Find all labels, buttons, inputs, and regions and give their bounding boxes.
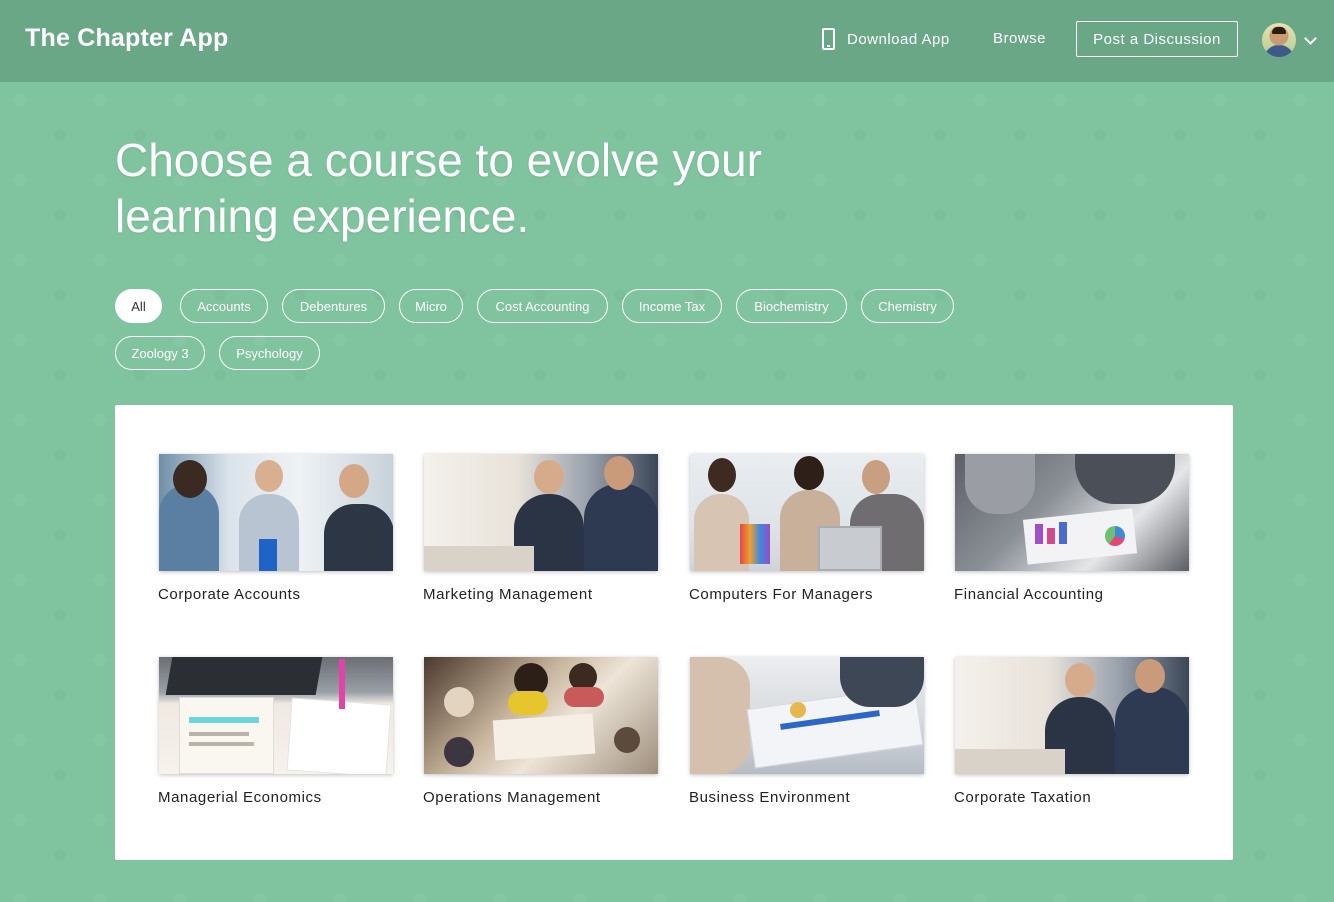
course-card-financial-accounting[interactable]: Financial Accounting <box>954 454 1195 603</box>
title-line-2: learning experience. <box>115 190 530 242</box>
course-card-corporate-accounts[interactable]: Corporate Accounts <box>158 454 399 603</box>
course-card-managerial-economics[interactable]: Managerial Economics <box>158 657 399 806</box>
course-card-business-environment[interactable]: Business Environment <box>689 657 930 806</box>
filter-chip-debentures[interactable]: Debentures <box>282 289 385 323</box>
course-title: Computers For Managers <box>689 586 874 603</box>
filter-chip-chemistry[interactable]: Chemistry <box>861 289 954 323</box>
title-line-1: Choose a course to evolve your <box>115 134 762 186</box>
filter-chip-cost-accounting[interactable]: Cost Accounting <box>477 289 608 323</box>
course-card-operations-management[interactable]: Operations Management <box>423 657 664 806</box>
course-thumbnail <box>424 454 658 571</box>
course-thumbnail <box>955 657 1189 774</box>
top-nav-bar: The Chapter App Download App Browse Post… <box>0 0 1334 82</box>
course-title: Corporate Accounts <box>158 586 301 603</box>
course-thumbnail <box>159 657 393 774</box>
download-app-label: Download App <box>847 30 950 48</box>
filter-chip-biochemistry[interactable]: Biochemistry <box>736 289 847 323</box>
course-title: Operations Management <box>423 789 601 806</box>
browse-link[interactable]: Browse <box>993 30 1046 47</box>
course-title: Corporate Taxation <box>954 789 1092 806</box>
course-title: Marketing Management <box>423 586 593 603</box>
post-discussion-button[interactable]: Post a Discussion <box>1076 21 1238 57</box>
filter-chip-zoology-3[interactable]: Zoology 3 <box>115 336 205 370</box>
course-grid: Corporate Accounts Marketing Management … <box>115 405 1233 860</box>
course-thumbnail <box>955 454 1189 571</box>
course-title: Business Environment <box>689 789 851 806</box>
course-thumbnail <box>424 657 658 774</box>
brand-logo[interactable]: The Chapter App <box>25 24 228 53</box>
course-card-computers-for-managers[interactable]: Computers For Managers <box>689 454 930 603</box>
filter-chip-psychology[interactable]: Psychology <box>219 336 320 370</box>
filter-chip-micro[interactable]: Micro <box>399 289 463 323</box>
course-thumbnail <box>690 657 924 774</box>
filter-chip-income-tax[interactable]: Income Tax <box>622 289 722 323</box>
course-card-marketing-management[interactable]: Marketing Management <box>423 454 664 603</box>
chevron-down-icon[interactable] <box>1304 32 1317 45</box>
page-title: Choose a course to evolve your learning … <box>115 132 875 244</box>
course-title: Managerial Economics <box>158 789 322 806</box>
phone-icon <box>822 28 835 50</box>
course-title: Financial Accounting <box>954 586 1104 603</box>
download-app-link[interactable]: Download App <box>822 26 950 52</box>
filter-chip-accounts[interactable]: Accounts <box>180 289 268 323</box>
course-card-corporate-taxation[interactable]: Corporate Taxation <box>954 657 1195 806</box>
course-thumbnail <box>690 454 924 571</box>
avatar[interactable] <box>1262 23 1296 57</box>
course-thumbnail <box>159 454 393 571</box>
filter-chip-all[interactable]: All <box>115 289 162 323</box>
